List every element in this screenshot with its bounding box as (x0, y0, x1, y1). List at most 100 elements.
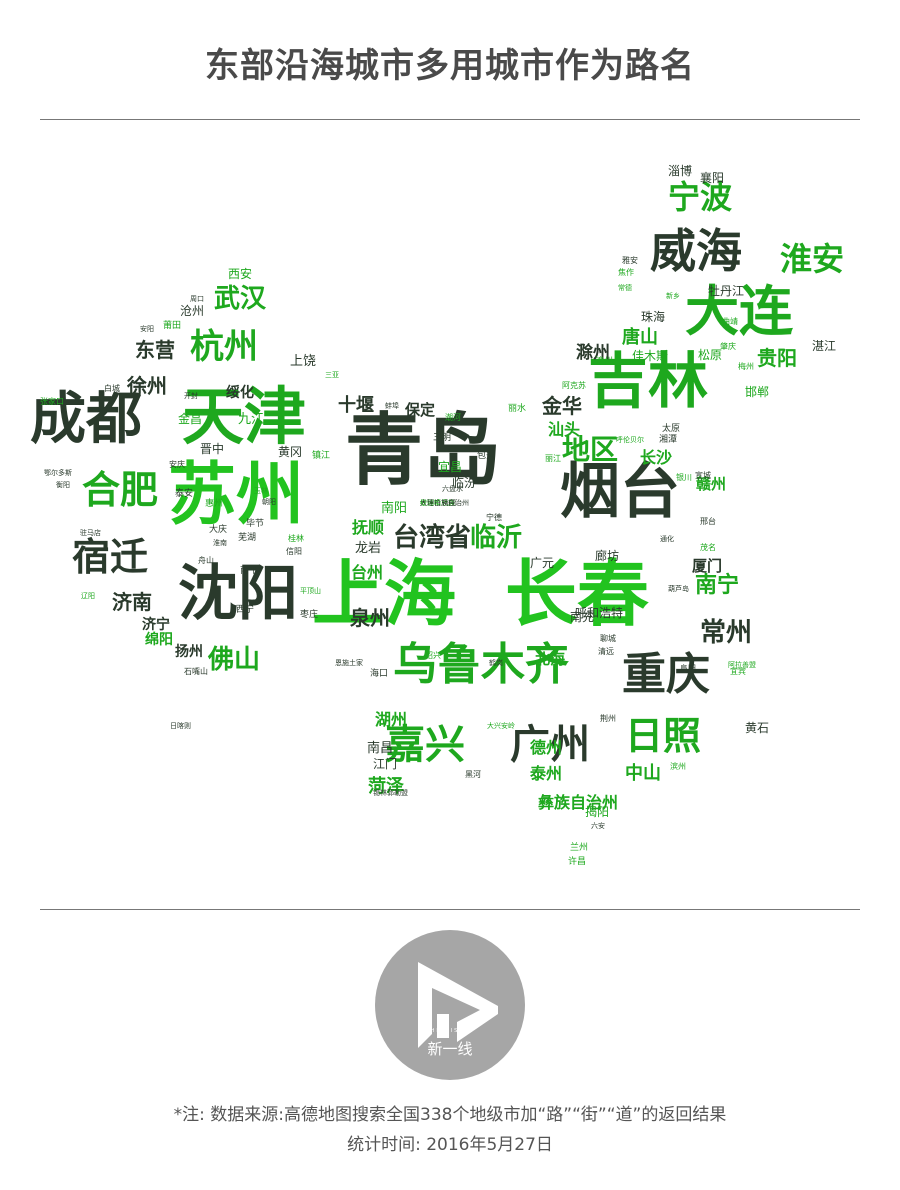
word-cloud-city: 北海 (535, 650, 566, 668)
word-cloud-city: 葫芦岛 (668, 585, 689, 593)
word-cloud-city: 珠海 (641, 310, 666, 324)
word-cloud-city: 南充 (570, 610, 595, 624)
word-cloud-city: 三明 (433, 433, 452, 443)
word-cloud-city: 宿迁 (72, 535, 149, 579)
word-cloud-city: 抚顺 (352, 518, 385, 537)
word-cloud-city: 德州 (530, 738, 563, 757)
word-cloud-city: 东营 (135, 338, 175, 362)
word-cloud-city: 金华 (542, 394, 582, 418)
word-cloud-city: 滨州 (670, 762, 686, 771)
word-cloud-city: 湖州 (375, 710, 408, 729)
word-cloud-city: 台州 (351, 563, 384, 582)
word-cloud-city: 佛山 (208, 645, 261, 675)
word-cloud-city: 驻马店 (80, 529, 101, 537)
word-cloud-city: 西宁 (236, 605, 255, 615)
word-cloud-city: 曲靖 (722, 317, 738, 326)
word-cloud-city: 广元 (530, 556, 555, 570)
word-cloud-city: 日喀则 (170, 722, 191, 730)
word-cloud-city: 沈阳 (178, 559, 298, 629)
logo-brand-name: 新一线 (427, 1040, 473, 1058)
word-cloud-city: 南宁 (695, 573, 740, 598)
word-cloud-city: 雅安 (622, 256, 638, 265)
word-cloud-city: 枣庄 (300, 610, 319, 620)
word-cloud-city: 泉州 (350, 606, 390, 630)
word-cloud-city: 贵阳 (757, 346, 797, 370)
word-cloud-city: 包头 (477, 451, 496, 461)
word-cloud-city: 襄阳 (700, 171, 725, 185)
word-cloud-city: 鹤岗 (489, 659, 503, 667)
word-cloud-city: 大理白族自治州 (420, 499, 469, 507)
word-cloud-city: 清远 (598, 647, 614, 656)
word-cloud-city: 松原 (698, 348, 723, 362)
word-cloud-city: 平顶山 (300, 587, 321, 595)
word-cloud-city: 牡丹江 (708, 284, 745, 298)
word-cloud-city: 合肥 (82, 468, 159, 512)
word-cloud-city: 镇江 (312, 451, 331, 461)
word-cloud-city: 呼伦贝尔 (616, 436, 644, 444)
word-cloud-city: 泰州 (530, 764, 563, 783)
word-cloud-city: 焦作 (618, 268, 634, 277)
word-cloud-city: 许昌 (568, 857, 587, 867)
word-cloud-city: 开封 (184, 392, 198, 400)
word-cloud-city: 六盘水 (442, 485, 463, 493)
word-cloud-city: 安阳 (140, 325, 154, 333)
word-cloud-city: 台湾省 (393, 523, 472, 553)
logo-tagline: THE RISING (425, 1028, 475, 1034)
word-cloud-city: 舟山 (198, 556, 214, 565)
word-cloud-city: 南阳 (381, 501, 408, 516)
word-cloud-city: 南昌 (367, 741, 394, 756)
word-cloud-city: 长沙 (640, 448, 673, 467)
word-cloud-city: 济宁 (142, 617, 170, 633)
word-cloud-city: 丽江 (545, 454, 561, 463)
word-cloud-city: 肇庆 (720, 342, 736, 351)
word-cloud-city: 沧州 (180, 304, 205, 318)
word-cloud-city: 上饶 (290, 354, 317, 369)
word-cloud-city: 保定 (405, 401, 436, 419)
word-cloud-city: 淮南 (213, 539, 227, 547)
word-cloud-city: 厦门 (692, 557, 723, 575)
word-cloud-city: 南平 (240, 566, 259, 576)
word-cloud-city: 邯郸 (745, 385, 770, 399)
word-cloud-city: 烟台 (560, 457, 680, 527)
word-cloud-city: 黄石 (745, 721, 770, 735)
word-cloud-city: 兰州 (570, 843, 589, 853)
word-cloud-city: 金昌 (178, 412, 203, 426)
word-cloud-city: 太原 (662, 424, 681, 434)
word-cloud-city: 常德 (618, 284, 632, 292)
word-cloud-city: 大庆 (209, 525, 228, 535)
word-cloud-city: 宣城 (695, 471, 711, 480)
word-cloud-city: 周口 (190, 295, 204, 303)
word-cloud-city: 锡林郭勒盟 (373, 789, 408, 797)
word-cloud-city: 辽阳 (81, 592, 95, 600)
word-cloud-city: 荆州 (600, 714, 616, 723)
word-cloud-city: 张家口 (40, 397, 64, 406)
word-cloud-city: 淮安 (780, 240, 845, 278)
word-cloud-city: 江门 (373, 757, 398, 771)
word-cloud-city: 威海 (650, 224, 742, 278)
word-cloud-city: 宁德 (486, 513, 502, 522)
word-cloud-city: 扬州 (175, 644, 203, 660)
word-cloud-city: 大兴安岭 (487, 722, 515, 730)
word-cloud-city: 淄博 (668, 164, 693, 178)
word-cloud-city: 济南 (112, 590, 152, 614)
word-cloud-city: 茂名 (700, 543, 716, 552)
word-cloud-city: 绥化 (226, 385, 254, 401)
footnote-source: *注: 数据来源:高德地图搜索全国338个地级市加“路”“街”“道”的返回结果 (173, 1105, 727, 1125)
word-cloud-city: 石嘴山 (184, 667, 208, 676)
word-cloud-city: 十堰 (338, 395, 374, 416)
word-cloud-city: 临沂 (470, 523, 523, 553)
brand-logo: THE RISING 新一线 (375, 930, 525, 1080)
word-cloud-city: 海口 (370, 669, 389, 679)
word-cloud-city: 揭阳 (585, 805, 610, 819)
word-cloud-city: 黑河 (465, 770, 481, 779)
word-cloud-city: 恩施土家 (335, 659, 363, 667)
word-cloud-city: 晋中 (200, 442, 225, 456)
word-cloud-city: 绵阳 (145, 632, 173, 648)
word-cloud-city: 漳州 (595, 357, 614, 367)
word-cloud-city: 阜阳 (680, 664, 696, 673)
word-cloud-city: 阿克苏 (562, 381, 586, 390)
word-cloud-city: 杭州 (190, 327, 258, 367)
word-cloud-city: 新乡 (666, 292, 680, 300)
word-cloud-city: 惠州 (205, 499, 224, 509)
word-cloud-city: 聊城 (600, 634, 616, 643)
